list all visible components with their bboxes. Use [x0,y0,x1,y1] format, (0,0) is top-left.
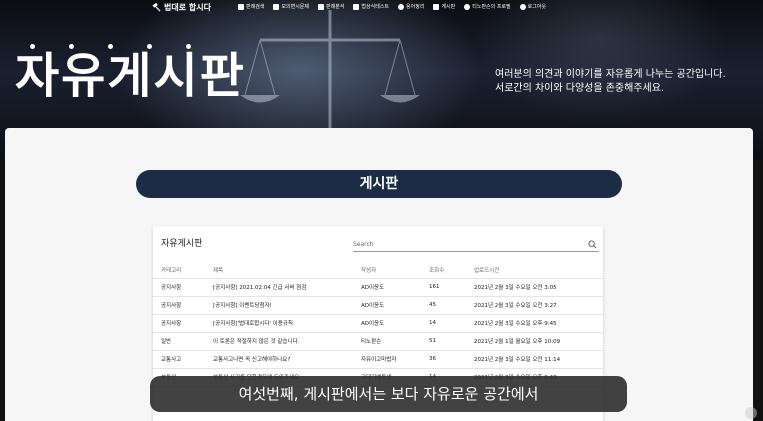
col-author[interactable]: 작성자 [353,262,421,279]
cell-category: 공지사항 [153,278,205,297]
table-row[interactable]: 일반 이 토론은 적절하지 않은 것 같습니다. 티노판슨 51 2021년 2… [153,332,603,351]
cell-author: 티노판슨 [353,332,421,351]
nav-item-label: 판례검색 [246,4,265,10]
page-description: 여러분의 의견과 이야기를 자유롭게 나누는 공간입니다. 서로간의 차이와 다… [495,68,726,96]
board-banner: 게시판 [136,170,622,198]
brand-link[interactable]: 법대로 합시다 [152,2,211,13]
gavel-icon [152,3,161,12]
col-views[interactable]: 조회수 [421,262,466,279]
nav-item-board[interactable]: 게시판 [433,3,455,10]
cell-title[interactable]: [공지사항]'법대로합시다' 이용규칙 [205,314,353,333]
scroll-indicator-icon [745,407,757,419]
cell-category: 교통사고 [153,350,205,369]
cell-author: 자유이고마법자 [353,350,421,369]
cell-title[interactable]: [공지사항] 이벤트당첨자! [205,296,353,315]
nav-item-label: 용어정리 [406,4,425,10]
nav-item-label: 판례분석 [326,4,345,10]
nav-menu: 판례검색 모의변시문제 판례분석 법상식테스트 용어정리 게시판 티노판슨의 프… [238,3,546,10]
nav-item-profile[interactable]: 티노판슨의 프로필 [464,3,511,10]
col-upload-time[interactable]: 업로드시간 [466,262,603,279]
table-header-row: 카테고리 제목 작성자 조회수 업로드시간 [153,262,603,279]
description-line-1: 여러분의 의견과 이야기를 자유롭게 나누는 공간입니다. [495,69,726,80]
book-icon [353,3,360,10]
cell-category: 일반 [153,332,205,351]
nav-item-case-analysis[interactable]: 판례분석 [318,3,344,10]
table-row[interactable]: 공지사항 [공지사항] 2021.02.04 긴급 서버 점검 AD이윤도 16… [153,278,603,297]
cell-views: 45 [421,296,466,315]
search-box [353,238,599,252]
cell-title[interactable]: [공지사항] 2021.02.04 긴급 서버 점검 [205,278,353,297]
cell-upload-time: 2021년 2월 3일 수요일 오후 9:45 [466,314,603,333]
nav-item-mock-exam[interactable]: 모의변시문제 [273,3,309,10]
col-category[interactable]: 카테고리 [153,262,205,279]
col-title[interactable]: 제목 [205,262,353,279]
checkbox-icon [273,3,280,10]
cell-views: 14 [421,314,466,333]
nav-item-case-search[interactable]: 판례검색 [238,3,264,10]
info-icon [398,3,405,10]
page-title: 자유게시판 [15,48,246,104]
search-icon[interactable] [588,240,597,249]
search-input[interactable] [353,238,581,251]
cell-upload-time: 2021년 2월 1일 월요일 오후 10:09 [466,332,603,351]
nav-item-glossary[interactable]: 용어정리 [398,3,424,10]
top-navigation: 법대로 합시다 판례검색 모의변시문제 판례분석 법상식테스트 용어정리 게시판… [0,0,763,16]
user-icon [519,3,526,10]
cell-author: AD이윤도 [353,314,421,333]
description-line-2: 서로간의 차이와 다양성을 존중해주세요. [495,83,665,94]
brand-name: 법대로 합시다 [164,3,211,12]
cell-upload-time: 2021년 2월 3일 수요일 오전 3:05 [466,278,603,297]
cell-views: 161 [421,278,466,297]
cell-upload-time: 2021년 2월 3일 수요일 오전 3:27 [466,296,603,315]
nav-item-label: 로그아웃 [527,4,547,10]
cell-category: 공지사항 [153,314,205,333]
cell-views: 36 [421,350,466,369]
cell-category: 공지사항 [153,296,205,315]
nav-item-label: 티노판슨의 프로필 [472,4,511,10]
checkbox-icon [238,3,244,10]
table-row[interactable]: 교통사고 교통사고나면 꼭 신고해야하나요? 자유이고마법자 36 2021년 … [153,350,603,369]
nav-item-label: 게시판 [441,4,456,10]
user-icon [464,3,471,10]
cell-author: AD이윤도 [353,296,421,315]
board-title: 자유게시판 [161,239,203,249]
nav-item-label: 법상식테스트 [361,4,390,10]
table-row[interactable]: 공지사항 [공지사항] 이벤트당첨자! AD이윤도 45 2021년 2월 3일… [153,296,603,315]
nav-item-law-test[interactable]: 법상식테스트 [353,3,389,10]
checkbox-icon [433,3,440,10]
video-caption: 여섯번째, 게시판에서는 보다 자유로운 공간에서 [150,376,627,412]
board-table: 카테고리 제목 작성자 조회수 업로드시간 공지사항 [공지사항] 2021.0… [153,262,603,387]
cell-views: 51 [421,332,466,351]
cell-upload-time: 2021년 2월 3일 수요일 오전 11:14 [466,350,603,369]
table-row[interactable]: 공지사항 [공지사항]'법대로합시다' 이용규칙 AD이윤도 14 2021년 … [153,314,603,333]
nav-item-label: 모의변시문제 [281,4,310,10]
cell-title[interactable]: 교통사고나면 꼭 신고해야하나요? [205,350,353,369]
scale-icon [318,3,325,10]
cell-author: AD이윤도 [353,278,421,297]
nav-item-logout[interactable]: 로그아웃 [519,3,547,10]
cell-title[interactable]: 이 토론은 적절하지 않은 것 같습니다. [205,332,353,351]
